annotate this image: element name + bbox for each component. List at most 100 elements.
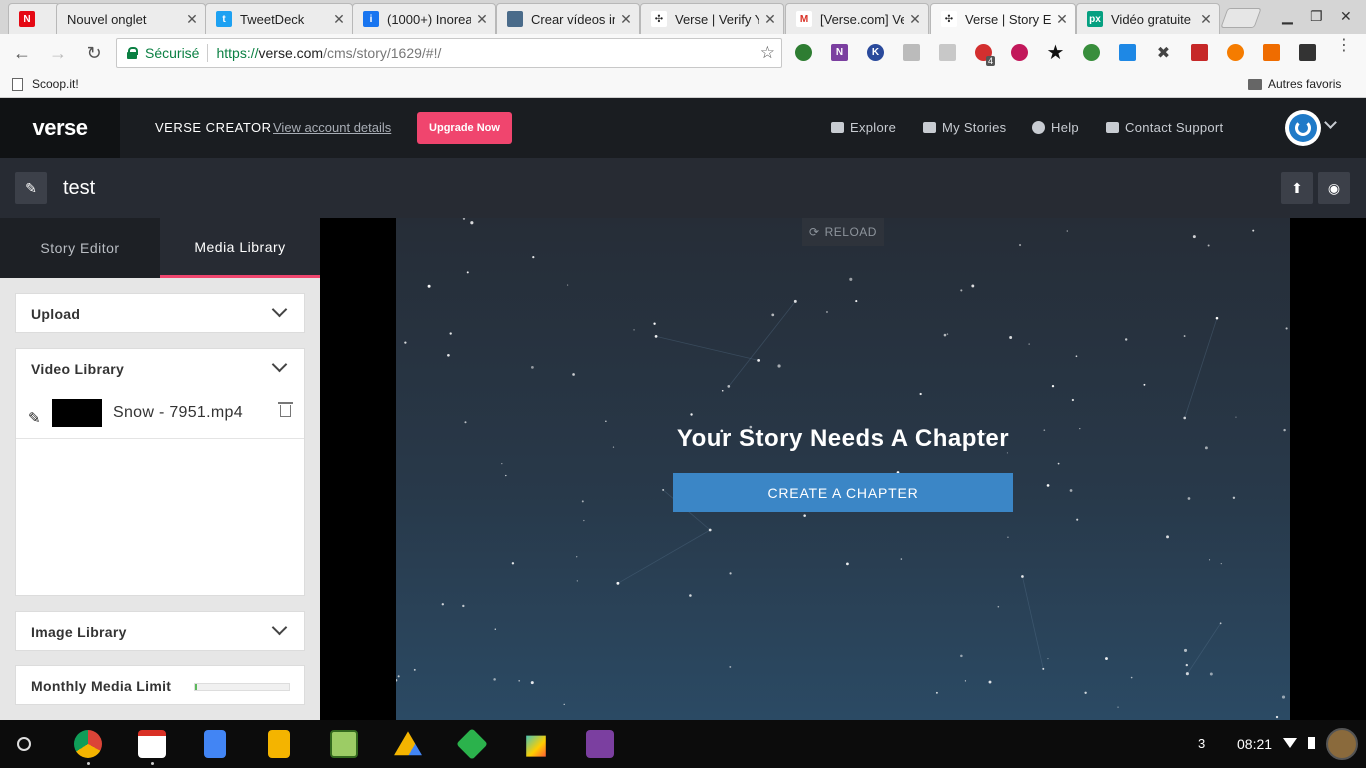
- star-dot: [567, 284, 569, 286]
- docs-icon[interactable]: [204, 730, 226, 758]
- cast-icon[interactable]: [1119, 44, 1136, 61]
- pencil-icon[interactable]: ✎: [28, 409, 41, 427]
- close-icon[interactable]: ✕: [908, 11, 922, 28]
- play-store-icon[interactable]: [526, 735, 546, 757]
- star-dot: [1069, 489, 1073, 492]
- gmail-icon[interactable]: [138, 730, 166, 758]
- image-library-panel-header[interactable]: Image Library: [16, 612, 304, 652]
- restore-icon[interactable]: ❐: [1310, 8, 1323, 25]
- view-account-link[interactable]: View account details: [273, 120, 391, 135]
- gif-extension-icon[interactable]: [903, 44, 920, 61]
- new-tab-button[interactable]: [1220, 8, 1262, 28]
- video-thumbnail[interactable]: [52, 399, 102, 427]
- slides-icon[interactable]: [268, 730, 290, 758]
- youtube-icon: [831, 122, 844, 133]
- close-icon[interactable]: ✕: [763, 11, 777, 28]
- close-icon[interactable]: ✕: [1055, 11, 1069, 28]
- bookmark-scoopit[interactable]: Scoop.it!: [12, 77, 79, 91]
- reload-button[interactable]: ⟳ RELOAD: [802, 218, 884, 246]
- tab-inoreader[interactable]: i (1000+) Inorea ✕: [352, 3, 496, 34]
- reload-icon[interactable]: ↻: [83, 42, 105, 64]
- user-avatar[interactable]: [1326, 728, 1358, 760]
- launcher-icon[interactable]: [17, 737, 31, 751]
- office-icon[interactable]: [1263, 44, 1280, 61]
- upgrade-now-button[interactable]: Upgrade Now: [417, 112, 512, 144]
- wifi-icon[interactable]: [1283, 738, 1297, 748]
- chrome-menu-icon[interactable]: ⋮: [1336, 38, 1352, 54]
- clock[interactable]: 08:21: [1237, 736, 1272, 752]
- close-window-icon[interactable]: ✕: [1340, 8, 1352, 25]
- star-dot: [729, 572, 732, 575]
- publish-button[interactable]: ⬆: [1281, 172, 1313, 204]
- nav-help[interactable]: Help: [1032, 120, 1079, 135]
- list-item[interactable]: ✎ Snow - 7951.mp4: [16, 397, 304, 439]
- story-preview-stage: ⟳ RELOAD Your Story Needs A Chapter CREA…: [396, 218, 1290, 720]
- preview-button[interactable]: ◉: [1318, 172, 1350, 204]
- chevron-down-icon[interactable]: [271, 356, 288, 373]
- bookmark-extension-icon[interactable]: [1191, 44, 1208, 61]
- edit-title-button[interactable]: ✎: [15, 172, 47, 204]
- star-dot: [721, 389, 724, 392]
- tab-netflix[interactable]: N: [8, 3, 60, 34]
- tab-verse-verify[interactable]: ✣ Verse | Verify Y ✕: [640, 3, 784, 34]
- notification-count[interactable]: 3: [1198, 736, 1205, 751]
- star-dot: [616, 581, 620, 585]
- nav-explore[interactable]: Explore: [831, 120, 896, 135]
- star-extension-icon[interactable]: ★: [1047, 42, 1065, 64]
- headphones-icon[interactable]: [1227, 44, 1244, 61]
- tab-label: Crear vídeos in: [531, 11, 615, 27]
- tab-label: [Verse.com] Ve: [820, 11, 904, 27]
- chrome-icon[interactable]: [74, 730, 102, 758]
- chevron-down-icon[interactable]: [1324, 116, 1337, 129]
- create-chapter-button[interactable]: CREATE A CHAPTER: [673, 473, 1013, 512]
- star-dot: [1007, 536, 1009, 538]
- pocket-icon[interactable]: [1011, 44, 1028, 61]
- drive-icon[interactable]: [394, 731, 422, 756]
- battery-icon[interactable]: [1308, 737, 1315, 749]
- tab-tweetdeck[interactable]: t TweetDeck ✕: [205, 3, 353, 34]
- tab-media-library[interactable]: Media Library: [160, 218, 320, 278]
- back-arrow-icon[interactable]: ←: [11, 42, 33, 64]
- star-dot: [462, 604, 465, 608]
- running-indicator: [87, 762, 90, 765]
- desktop-icon[interactable]: [1299, 44, 1316, 61]
- tab-new-tab[interactable]: Nouvel onglet ✕: [56, 3, 206, 34]
- forward-arrow-icon[interactable]: →: [47, 42, 69, 64]
- close-icon[interactable]: ✕: [619, 11, 633, 28]
- tools-icon[interactable]: ✖: [1155, 44, 1172, 62]
- video-library-panel-header[interactable]: Video Library: [16, 349, 304, 389]
- close-icon[interactable]: ✕: [1199, 11, 1213, 28]
- bookmark-star-icon[interactable]: ☆: [760, 43, 775, 63]
- tab-verse-story-editor[interactable]: ✣ Verse | Story E ✕: [930, 3, 1076, 34]
- user-avatar[interactable]: [1285, 110, 1321, 146]
- upload-panel-header[interactable]: Upload: [16, 294, 304, 334]
- bookmark-other-favorites[interactable]: Autres favoris: [1248, 77, 1341, 91]
- close-icon[interactable]: ✕: [332, 11, 346, 28]
- klout-icon[interactable]: K: [867, 44, 884, 61]
- nav-my-stories[interactable]: My Stories: [923, 120, 1006, 135]
- star-dot: [501, 462, 503, 465]
- extension-icon[interactable]: [795, 44, 812, 61]
- tab-gmail[interactable]: M [Verse.com] Ve ✕: [785, 3, 929, 34]
- onenote-clipper-icon[interactable]: N: [831, 44, 848, 61]
- onenote-icon[interactable]: [586, 730, 614, 758]
- tab-story-editor[interactable]: Story Editor: [0, 218, 160, 278]
- close-icon[interactable]: ✕: [185, 11, 199, 28]
- tab-pexels[interactable]: px Vidéo gratuite ✕: [1076, 3, 1220, 34]
- nav-contact-support[interactable]: Contact Support: [1106, 120, 1223, 135]
- trash-icon[interactable]: [278, 402, 293, 417]
- close-icon[interactable]: ✕: [475, 11, 489, 28]
- image-library-panel[interactable]: Image Library: [15, 611, 305, 651]
- feedly-icon[interactable]: [456, 728, 488, 760]
- evernote-icon[interactable]: [1083, 44, 1100, 61]
- minimize-icon[interactable]: ▁: [1282, 8, 1293, 25]
- address-bar[interactable]: Sécurisé https://verse.com/cms/story/162…: [116, 38, 782, 68]
- star-dot: [729, 665, 732, 668]
- app-icon[interactable]: [330, 730, 358, 758]
- rss-icon[interactable]: [939, 44, 956, 61]
- upload-panel[interactable]: Upload: [15, 293, 305, 333]
- chevron-down-icon[interactable]: [271, 301, 288, 318]
- verse-logo[interactable]: verse: [0, 98, 120, 158]
- chevron-down-icon[interactable]: [271, 619, 288, 636]
- tab-crear-videos[interactable]: Crear vídeos in ✕: [496, 3, 640, 34]
